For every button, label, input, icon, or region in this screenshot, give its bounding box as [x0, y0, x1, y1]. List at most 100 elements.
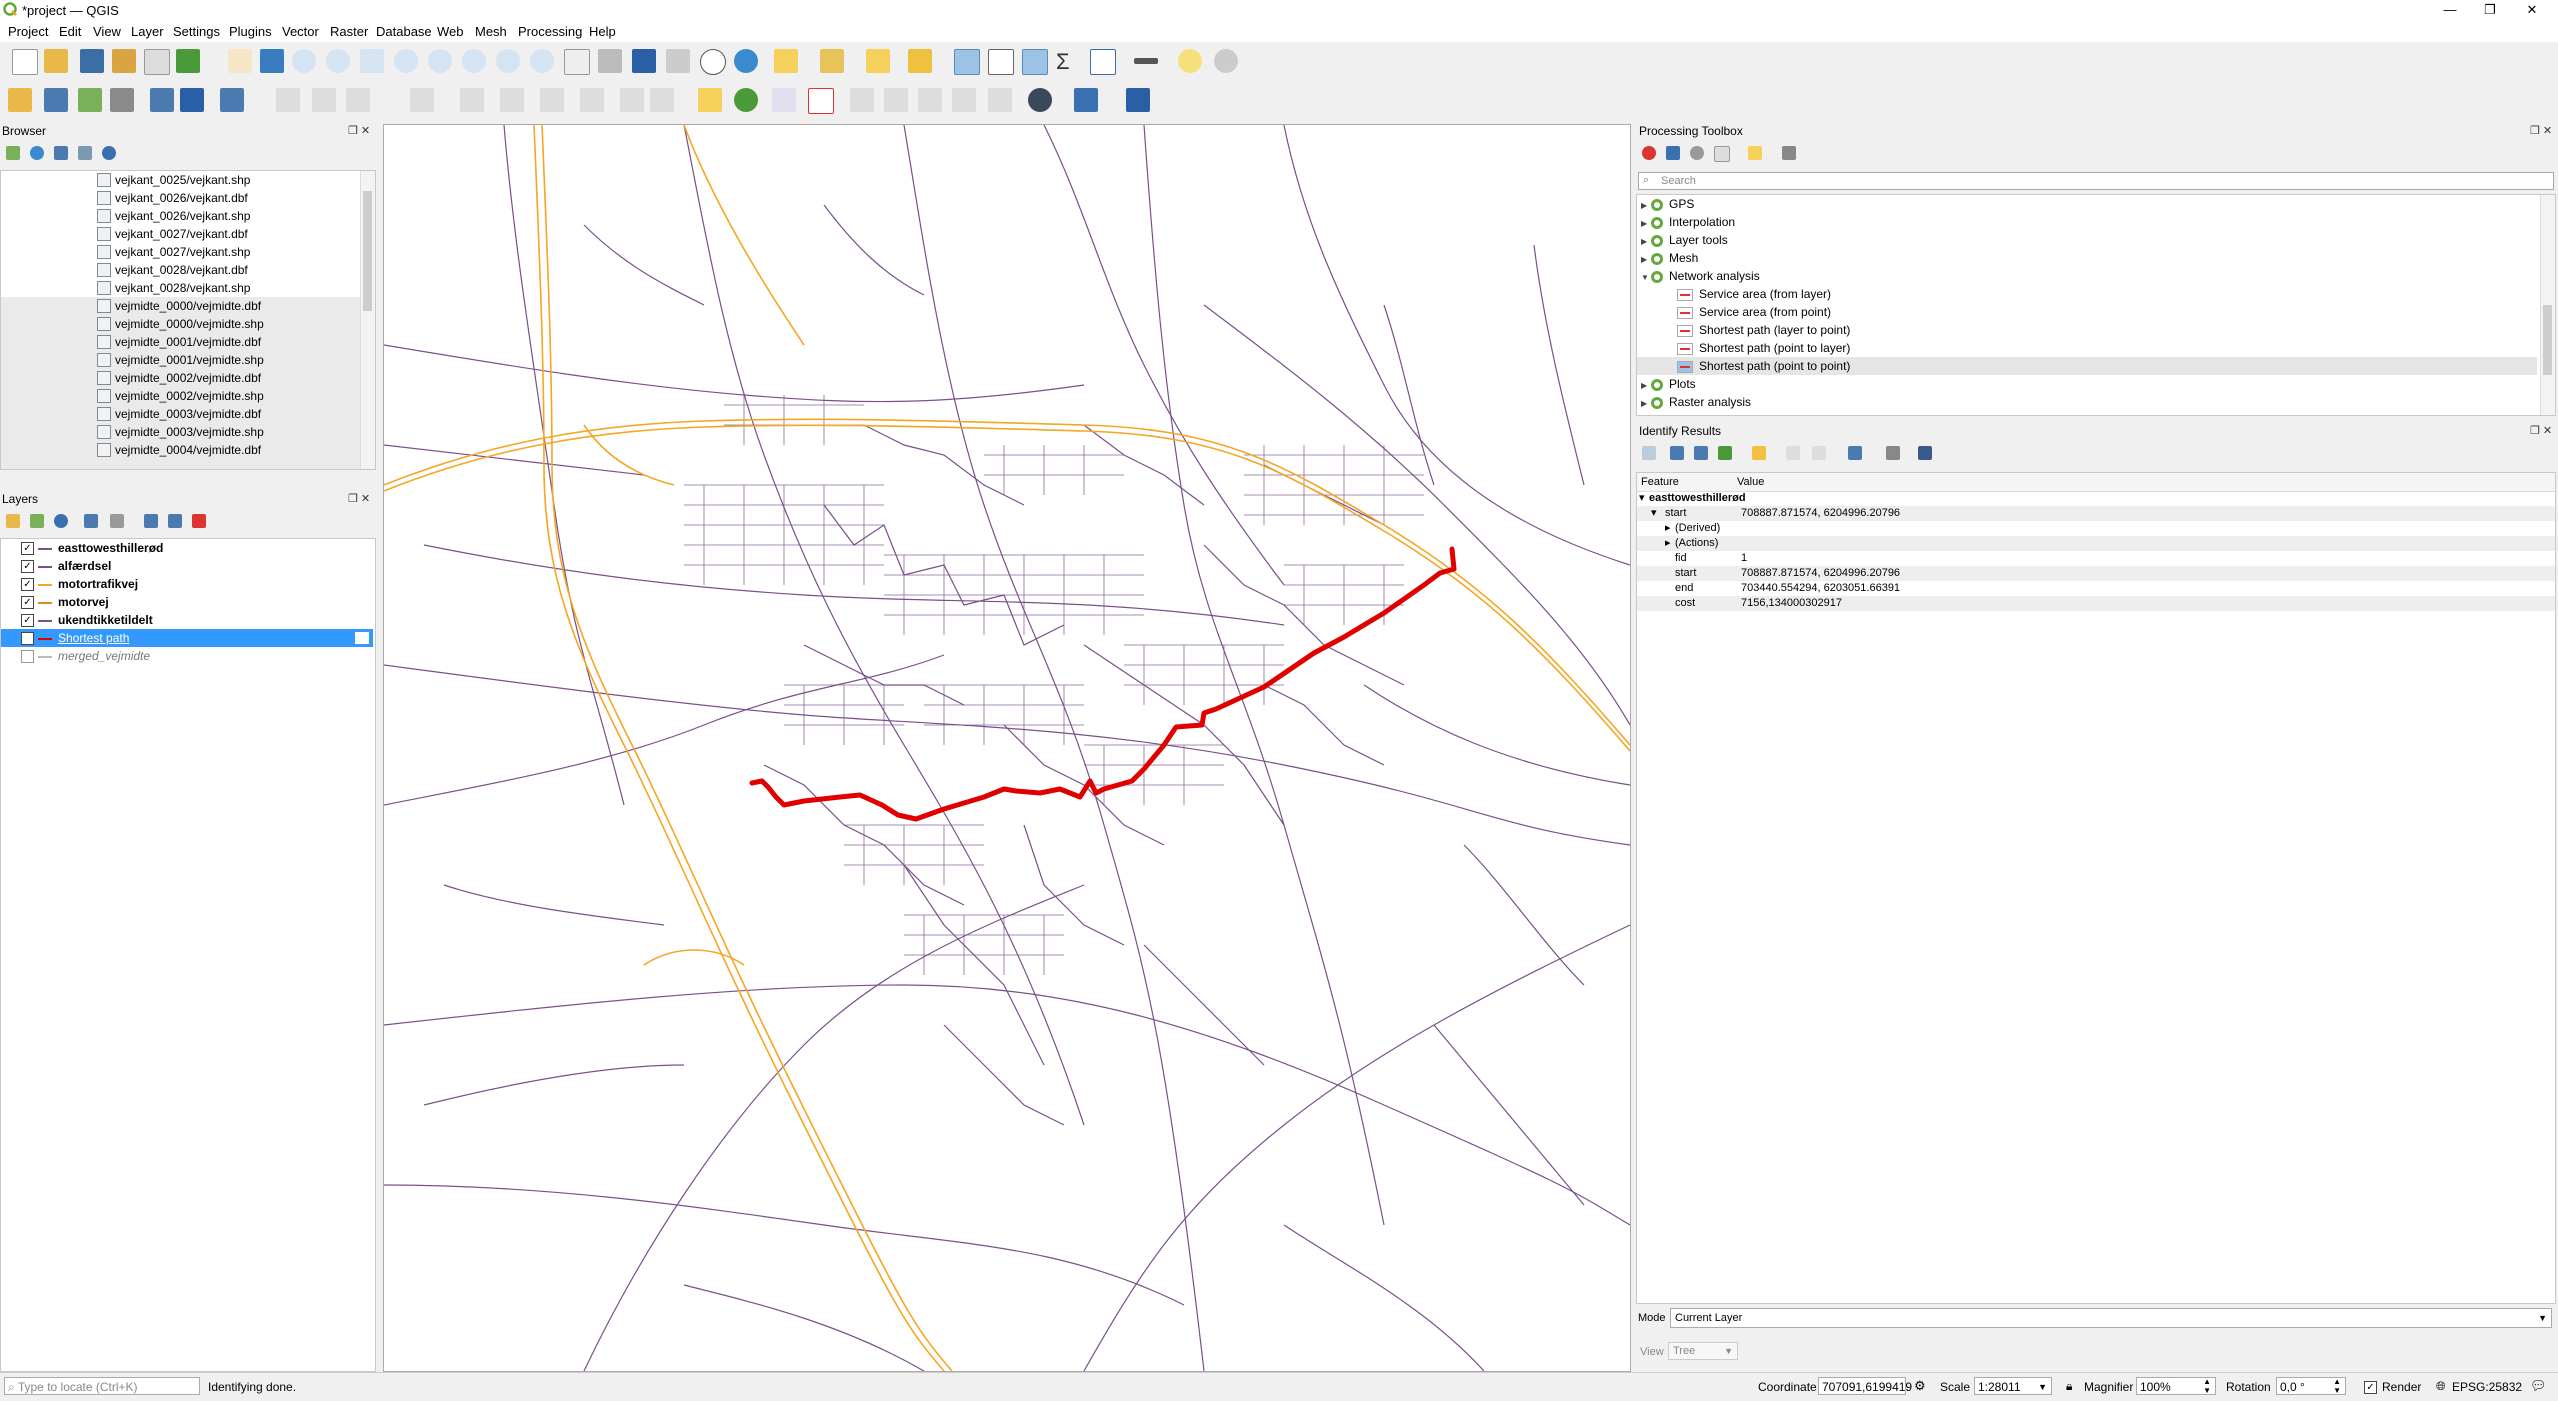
collapse-all-icon[interactable] [78, 146, 92, 160]
layer-checkbox[interactable]: ✓ [21, 596, 34, 610]
browser-item[interactable]: vejkant_0027/vejkant.dbf [97, 225, 248, 243]
browser-item[interactable]: vejmidte_0002/vejmidte.shp [97, 387, 264, 405]
add-feature-icon[interactable] [346, 88, 370, 112]
processing-algorithm-selected[interactable]: Shortest path (point to point) [1637, 357, 2537, 375]
render-checkbox[interactable]: ✓ [2364, 1381, 2377, 1394]
new-geopackage-icon[interactable] [44, 88, 68, 112]
magnifier-field[interactable]: 100% ▲ ▼ [2136, 1377, 2216, 1395]
lock-scale-icon[interactable]: 🔒︎ [2066, 1379, 2072, 1394]
identify-float-icon[interactable]: ❐ ✕ [2530, 424, 2552, 437]
menu-mesh[interactable]: Mesh [475, 24, 507, 39]
browser-item[interactable]: vejmidte_0000/vejmidte.shp [97, 315, 264, 333]
zoom-in-icon[interactable] [292, 49, 316, 73]
pan-hand-icon[interactable] [228, 49, 252, 73]
copy-feature-icon[interactable] [1786, 446, 1800, 460]
toggle-editing-icon[interactable] [276, 88, 300, 112]
help-icon[interactable] [1126, 88, 1150, 112]
settings-gear-icon[interactable] [1022, 49, 1048, 75]
layer-checkbox[interactable]: ✓ [21, 614, 34, 628]
menu-project[interactable]: Project [8, 24, 48, 39]
pan-to-selection-icon[interactable] [260, 49, 284, 73]
view-select[interactable]: Tree ▼ [1668, 1342, 1738, 1360]
new-scratch-layer-icon[interactable] [180, 88, 204, 112]
processing-group[interactable]: ▶ Mesh [1641, 249, 1698, 267]
help-book-icon[interactable] [1918, 446, 1932, 460]
select-by-value-icon[interactable] [820, 49, 844, 73]
deselect-all-icon[interactable] [866, 49, 890, 73]
processing-scrollbar[interactable] [2540, 195, 2555, 415]
crs-label[interactable]: EPSG:25832 [2452, 1380, 2522, 1394]
zoom-last-icon[interactable] [496, 49, 520, 73]
filter-browser-icon[interactable] [54, 146, 68, 160]
edit-layer-icon[interactable] [355, 632, 369, 644]
menu-vector[interactable]: Vector [282, 24, 319, 39]
expand-arrow-icon[interactable]: ▶ [1641, 395, 1651, 413]
menu-layer[interactable]: Layer [131, 24, 164, 39]
expand-all-icon[interactable] [144, 514, 158, 528]
browser-item[interactable]: vejkant_0026/vejkant.dbf [97, 189, 248, 207]
layer-item[interactable]: ✓ alfærdsel [21, 557, 111, 575]
processing-group[interactable]: ▶ Layer tools [1641, 231, 1728, 249]
save-project-icon[interactable] [80, 49, 104, 73]
zoom-native-icon[interactable] [462, 49, 486, 73]
statistics-sigma-icon[interactable]: Σ [1056, 49, 1080, 74]
menu-edit[interactable]: Edit [59, 24, 81, 39]
zoom-next-icon[interactable] [530, 49, 554, 73]
add-selected-layers-icon[interactable] [6, 146, 20, 160]
identify-row[interactable]: end 703440.554294, 6203051.66391 [1637, 581, 2555, 596]
properties-info-icon[interactable] [102, 146, 116, 160]
identify-settings-icon[interactable] [1886, 446, 1900, 460]
layer-item-selected[interactable]: ✓ Shortest path [1, 629, 373, 647]
processing-group[interactable]: ▶ Raster analysis [1641, 393, 1751, 411]
coordinate-field[interactable]: 707091,6199419 [1818, 1377, 1912, 1395]
plugin-gear-icon[interactable] [1214, 49, 1238, 73]
collapse-arrow-icon[interactable]: ▼ [1641, 269, 1651, 287]
rotate-label-icon[interactable] [918, 88, 942, 112]
temporal-controller-icon[interactable] [700, 49, 726, 75]
processing-float-icon[interactable]: ❐ ✕ [2530, 124, 2552, 137]
highlight-labels-icon[interactable] [772, 88, 796, 112]
attribute-table-icon[interactable] [1090, 49, 1116, 75]
layers-float-icon[interactable]: ❐ ✕ [348, 492, 370, 505]
identify-row[interactable]: ▸ (Derived) [1637, 521, 2555, 536]
processing-algorithm[interactable]: Shortest path (layer to point) [1677, 321, 1850, 339]
results-viewer-icon[interactable] [1714, 146, 1730, 162]
menu-help[interactable]: Help [589, 24, 616, 39]
layer-checkbox[interactable]: ✓ [21, 542, 34, 556]
processing-algorithm[interactable]: Service area (from layer) [1677, 285, 1831, 303]
expand-tree-icon[interactable] [1642, 446, 1656, 460]
layer-checkbox[interactable]: ✓ [21, 578, 34, 592]
map-tips-icon[interactable] [1178, 49, 1202, 73]
zoom-selection-icon[interactable] [394, 49, 418, 73]
collapse-tree-icon[interactable] [1670, 446, 1684, 460]
digitize-icon[interactable] [220, 88, 244, 112]
rotation-field[interactable]: 0,0 ° ▲ ▼ [2276, 1377, 2346, 1395]
identify-row[interactable]: ▾ start 708887.871574, 6204996.20796 [1637, 506, 2555, 521]
undo-icon[interactable] [620, 88, 644, 112]
processing-scrollbar-thumb[interactable] [2543, 305, 2552, 375]
paste-features-icon[interactable] [580, 88, 604, 112]
menu-settings[interactable]: Settings [173, 24, 220, 39]
identify-mode-icon[interactable] [1848, 446, 1862, 460]
menu-plugins[interactable]: Plugins [229, 24, 272, 39]
bookmark-icon[interactable] [632, 49, 656, 73]
models-icon[interactable] [1642, 146, 1656, 160]
label-properties-icon[interactable] [988, 88, 1012, 112]
processing-options-icon[interactable] [1782, 146, 1796, 160]
identify-row[interactable]: cost 7156,134000302917 [1637, 596, 2555, 611]
save-as-icon[interactable] [112, 49, 136, 73]
select-feature-icon[interactable] [1752, 446, 1766, 460]
gps-icon[interactable] [1028, 88, 1052, 112]
save-edits-icon[interactable] [312, 88, 336, 112]
identify-row[interactable]: start 708887.871574, 6204996.20796 [1637, 566, 2555, 581]
print-layout-icon[interactable] [144, 49, 170, 75]
messages-icon[interactable]: 💬︎ [2530, 1378, 2547, 1394]
browser-scrollbar-thumb[interactable] [363, 191, 372, 311]
column-feature[interactable]: Feature [1641, 476, 1679, 488]
filter-by-expression-icon[interactable] [110, 514, 124, 528]
change-label-icon[interactable] [952, 88, 976, 112]
new-map-view-icon[interactable] [564, 49, 590, 75]
browser-item[interactable]: vejmidte_0002/vejmidte.dbf [97, 369, 261, 387]
expand-new-icon[interactable] [1694, 446, 1708, 460]
identify-features-icon[interactable] [954, 49, 980, 75]
